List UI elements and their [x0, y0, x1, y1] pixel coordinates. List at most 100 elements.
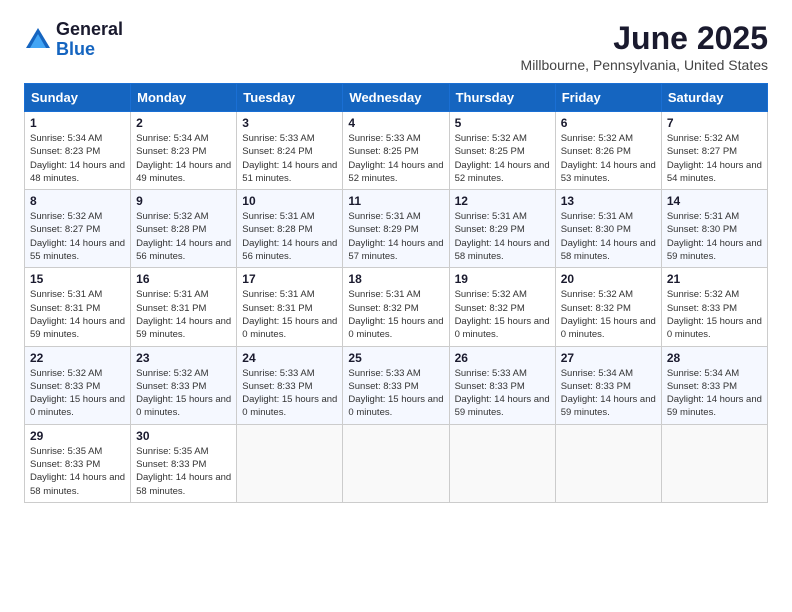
day-cell-26: 26 Sunrise: 5:33 AMSunset: 8:33 PMDaylig… — [449, 346, 555, 424]
day-info: Sunrise: 5:31 AMSunset: 8:29 PMDaylight:… — [455, 210, 550, 263]
day-info: Sunrise: 5:32 AMSunset: 8:33 PMDaylight:… — [30, 367, 125, 420]
day-cell-24: 24 Sunrise: 5:33 AMSunset: 8:33 PMDaylig… — [237, 346, 343, 424]
header: General Blue June 2025 Millbourne, Penns… — [24, 20, 768, 73]
calendar-table: Sunday Monday Tuesday Wednesday Thursday… — [24, 83, 768, 503]
day-cell-33 — [449, 424, 555, 502]
day-number: 24 — [242, 351, 337, 365]
day-info: Sunrise: 5:34 AMSunset: 8:23 PMDaylight:… — [136, 132, 231, 185]
day-info: Sunrise: 5:32 AMSunset: 8:27 PMDaylight:… — [667, 132, 762, 185]
day-cell-13: 13 Sunrise: 5:31 AMSunset: 8:30 PMDaylig… — [555, 190, 661, 268]
header-monday: Monday — [131, 84, 237, 112]
day-number: 3 — [242, 116, 337, 130]
day-info: Sunrise: 5:32 AMSunset: 8:28 PMDaylight:… — [136, 210, 231, 263]
day-number: 12 — [455, 194, 550, 208]
day-cell-1: 1 Sunrise: 5:34 AMSunset: 8:23 PMDayligh… — [25, 112, 131, 190]
day-info: Sunrise: 5:33 AMSunset: 8:33 PMDaylight:… — [455, 367, 550, 420]
day-cell-31 — [237, 424, 343, 502]
day-number: 21 — [667, 272, 762, 286]
day-number: 22 — [30, 351, 125, 365]
calendar-body: 1 Sunrise: 5:34 AMSunset: 8:23 PMDayligh… — [25, 112, 768, 503]
day-info: Sunrise: 5:32 AMSunset: 8:32 PMDaylight:… — [455, 288, 550, 341]
day-number: 19 — [455, 272, 550, 286]
day-info: Sunrise: 5:32 AMSunset: 8:27 PMDaylight:… — [30, 210, 125, 263]
day-info: Sunrise: 5:31 AMSunset: 8:31 PMDaylight:… — [242, 288, 337, 341]
day-info: Sunrise: 5:34 AMSunset: 8:33 PMDaylight:… — [561, 367, 656, 420]
day-cell-25: 25 Sunrise: 5:33 AMSunset: 8:33 PMDaylig… — [343, 346, 449, 424]
day-info: Sunrise: 5:32 AMSunset: 8:33 PMDaylight:… — [667, 288, 762, 341]
day-cell-6: 6 Sunrise: 5:32 AMSunset: 8:26 PMDayligh… — [555, 112, 661, 190]
header-tuesday: Tuesday — [237, 84, 343, 112]
day-info: Sunrise: 5:34 AMSunset: 8:33 PMDaylight:… — [667, 367, 762, 420]
day-number: 4 — [348, 116, 443, 130]
header-friday: Friday — [555, 84, 661, 112]
logo-blue: Blue — [56, 40, 123, 60]
day-cell-7: 7 Sunrise: 5:32 AMSunset: 8:27 PMDayligh… — [661, 112, 767, 190]
day-cell-35 — [661, 424, 767, 502]
day-number: 11 — [348, 194, 443, 208]
day-info: Sunrise: 5:31 AMSunset: 8:28 PMDaylight:… — [242, 210, 337, 263]
day-info: Sunrise: 5:31 AMSunset: 8:30 PMDaylight:… — [561, 210, 656, 263]
day-info: Sunrise: 5:31 AMSunset: 8:31 PMDaylight:… — [30, 288, 125, 341]
day-cell-8: 8 Sunrise: 5:32 AMSunset: 8:27 PMDayligh… — [25, 190, 131, 268]
day-cell-34 — [555, 424, 661, 502]
day-cell-10: 10 Sunrise: 5:31 AMSunset: 8:28 PMDaylig… — [237, 190, 343, 268]
day-info: Sunrise: 5:31 AMSunset: 8:30 PMDaylight:… — [667, 210, 762, 263]
day-cell-4: 4 Sunrise: 5:33 AMSunset: 8:25 PMDayligh… — [343, 112, 449, 190]
week-row-3: 15 Sunrise: 5:31 AMSunset: 8:31 PMDaylig… — [25, 268, 768, 346]
calendar-title: June 2025 — [521, 20, 768, 57]
calendar-subtitle: Millbourne, Pennsylvania, United States — [521, 57, 768, 73]
day-cell-11: 11 Sunrise: 5:31 AMSunset: 8:29 PMDaylig… — [343, 190, 449, 268]
day-cell-18: 18 Sunrise: 5:31 AMSunset: 8:32 PMDaylig… — [343, 268, 449, 346]
day-cell-9: 9 Sunrise: 5:32 AMSunset: 8:28 PMDayligh… — [131, 190, 237, 268]
day-number: 25 — [348, 351, 443, 365]
logo-general: General — [56, 20, 123, 40]
day-info: Sunrise: 5:35 AMSunset: 8:33 PMDaylight:… — [136, 445, 231, 498]
day-number: 13 — [561, 194, 656, 208]
week-row-5: 29 Sunrise: 5:35 AMSunset: 8:33 PMDaylig… — [25, 424, 768, 502]
title-area: June 2025 Millbourne, Pennsylvania, Unit… — [521, 20, 768, 73]
week-row-4: 22 Sunrise: 5:32 AMSunset: 8:33 PMDaylig… — [25, 346, 768, 424]
day-info: Sunrise: 5:32 AMSunset: 8:25 PMDaylight:… — [455, 132, 550, 185]
day-cell-20: 20 Sunrise: 5:32 AMSunset: 8:32 PMDaylig… — [555, 268, 661, 346]
day-info: Sunrise: 5:32 AMSunset: 8:32 PMDaylight:… — [561, 288, 656, 341]
day-number: 27 — [561, 351, 656, 365]
logo-text: General Blue — [56, 20, 123, 60]
day-number: 15 — [30, 272, 125, 286]
day-info: Sunrise: 5:31 AMSunset: 8:32 PMDaylight:… — [348, 288, 443, 341]
logo-icon — [24, 26, 52, 54]
day-cell-27: 27 Sunrise: 5:34 AMSunset: 8:33 PMDaylig… — [555, 346, 661, 424]
day-cell-28: 28 Sunrise: 5:34 AMSunset: 8:33 PMDaylig… — [661, 346, 767, 424]
day-cell-30: 30 Sunrise: 5:35 AMSunset: 8:33 PMDaylig… — [131, 424, 237, 502]
day-cell-29: 29 Sunrise: 5:35 AMSunset: 8:33 PMDaylig… — [25, 424, 131, 502]
day-info: Sunrise: 5:33 AMSunset: 8:33 PMDaylight:… — [348, 367, 443, 420]
day-cell-14: 14 Sunrise: 5:31 AMSunset: 8:30 PMDaylig… — [661, 190, 767, 268]
day-info: Sunrise: 5:33 AMSunset: 8:24 PMDaylight:… — [242, 132, 337, 185]
day-number: 16 — [136, 272, 231, 286]
day-cell-5: 5 Sunrise: 5:32 AMSunset: 8:25 PMDayligh… — [449, 112, 555, 190]
header-row: Sunday Monday Tuesday Wednesday Thursday… — [25, 84, 768, 112]
day-cell-16: 16 Sunrise: 5:31 AMSunset: 8:31 PMDaylig… — [131, 268, 237, 346]
day-info: Sunrise: 5:33 AMSunset: 8:33 PMDaylight:… — [242, 367, 337, 420]
day-number: 18 — [348, 272, 443, 286]
day-number: 9 — [136, 194, 231, 208]
day-number: 5 — [455, 116, 550, 130]
day-number: 10 — [242, 194, 337, 208]
day-number: 28 — [667, 351, 762, 365]
header-thursday: Thursday — [449, 84, 555, 112]
day-number: 6 — [561, 116, 656, 130]
day-info: Sunrise: 5:35 AMSunset: 8:33 PMDaylight:… — [30, 445, 125, 498]
day-cell-23: 23 Sunrise: 5:32 AMSunset: 8:33 PMDaylig… — [131, 346, 237, 424]
day-cell-17: 17 Sunrise: 5:31 AMSunset: 8:31 PMDaylig… — [237, 268, 343, 346]
header-sunday: Sunday — [25, 84, 131, 112]
day-number: 17 — [242, 272, 337, 286]
day-cell-22: 22 Sunrise: 5:32 AMSunset: 8:33 PMDaylig… — [25, 346, 131, 424]
day-number: 2 — [136, 116, 231, 130]
day-number: 1 — [30, 116, 125, 130]
header-saturday: Saturday — [661, 84, 767, 112]
day-number: 14 — [667, 194, 762, 208]
day-info: Sunrise: 5:31 AMSunset: 8:31 PMDaylight:… — [136, 288, 231, 341]
day-cell-12: 12 Sunrise: 5:31 AMSunset: 8:29 PMDaylig… — [449, 190, 555, 268]
header-wednesday: Wednesday — [343, 84, 449, 112]
day-number: 7 — [667, 116, 762, 130]
day-cell-19: 19 Sunrise: 5:32 AMSunset: 8:32 PMDaylig… — [449, 268, 555, 346]
